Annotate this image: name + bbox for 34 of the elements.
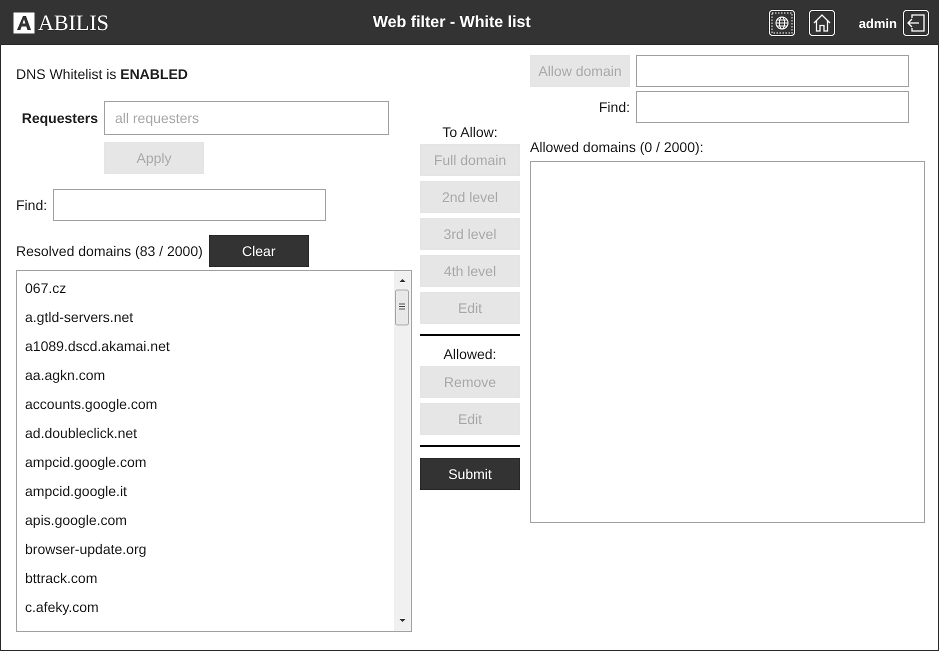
domain-item[interactable]: a1089.dscd.akamai.net — [25, 332, 386, 361]
domain-list[interactable]: 067.cz a.gtld-servers.net a1089.dscd.akamai.net aa.agkn.com accounts.google.com ad.doubleclick.net ampcid.google.com ampcid.google.it apis.google.com browser-update.org bttrack.com c.afeky.com — [16, 270, 412, 632]
domain-item[interactable]: ampcid.google.com — [25, 448, 386, 477]
resolved-domains-label: Resolved domains (83 / 2000) — [16, 243, 203, 259]
user-name: admin — [858, 16, 897, 30]
domain-item[interactable]: c.afeky.com — [25, 593, 386, 622]
allowed-domains-label: Allowed domains (0 / 2000): — [530, 139, 705, 155]
domain-item[interactable]: browser-update.org — [25, 535, 386, 564]
find-field[interactable] — [53, 189, 326, 221]
logout-button[interactable] — [903, 10, 929, 36]
page-title: Web filter - White list — [372, 14, 532, 32]
domain-item[interactable]: ad.doubleclick.net — [25, 419, 386, 448]
home-button[interactable] — [808, 10, 835, 36]
submit-button[interactable]: Submit — [420, 458, 520, 490]
section-label: To Allow: — [441, 125, 499, 139]
domain-item[interactable]: aa.agkn.com — [25, 361, 386, 390]
domain-item[interactable]: accounts.google.com — [25, 390, 386, 419]
requesters-label: Requesters — [20, 110, 98, 126]
clear-button[interactable]: Clear — [208, 235, 309, 267]
globe-button[interactable] — [768, 10, 795, 36]
find-label: Find: — [598, 99, 630, 115]
logo-icon — [13, 12, 35, 34]
domain-item[interactable]: 067.cz — [25, 274, 386, 303]
find-label: Find: — [16, 197, 48, 213]
section-label: Allowed: — [442, 347, 498, 361]
domain-item[interactable]: ampcid.google.it — [25, 477, 386, 506]
domain-item[interactable]: apis.google.com — [25, 506, 386, 535]
status-text: DNS Whitelist is ENABLED — [16, 66, 189, 84]
domain-item[interactable]: bttrack.com — [25, 564, 386, 593]
domain-field[interactable] — [636, 55, 909, 87]
domain-item[interactable]: a.gtld-servers.net — [25, 303, 386, 332]
logo-text: ABILIS — [38, 10, 109, 36]
requesters-field[interactable]: all requesters — [104, 101, 389, 135]
find-field[interactable] — [636, 91, 909, 123]
